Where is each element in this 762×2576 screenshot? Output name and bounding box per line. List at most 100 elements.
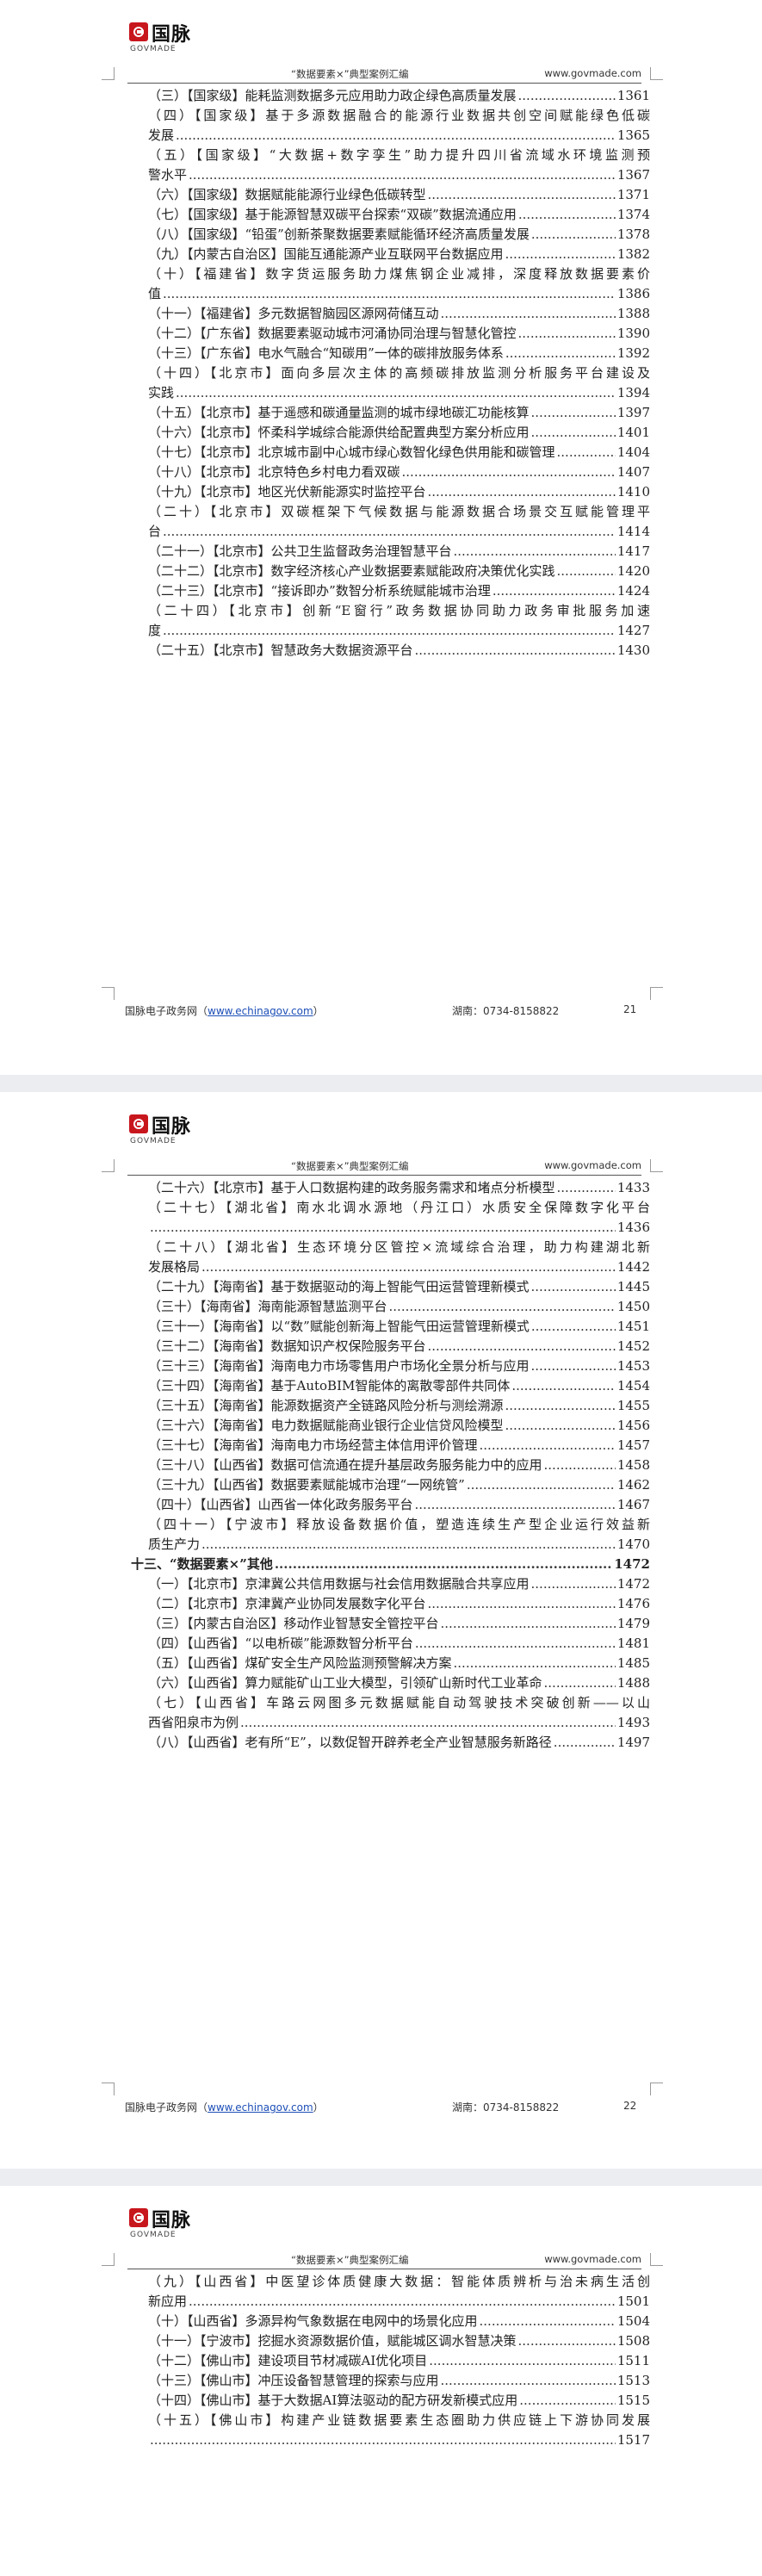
toc-entry[interactable]: （九）【山西省】中医望诊体质健康大数据：智能体质辨析与治未病生活创新应用 1501 xyxy=(138,2272,650,2312)
toc-entry[interactable]: （二十一）【北京市】公共卫生监督政务治理智慧平台 1417 xyxy=(138,542,650,562)
toc-entry[interactable]: （三）【国家级】能耗监测数据多元应用助力政企绿色高质量发展 1361 xyxy=(138,86,650,106)
toc-entry[interactable]: （六）【山西省】算力赋能矿山工业大模型，引领矿山新时代工业革命 1488 xyxy=(138,1673,650,1693)
toc-entry[interactable]: （二十四）【北京市】创新“E窗行”政务数据协同助力政务审批服务加速度 1427 xyxy=(138,601,650,641)
toc-entry[interactable]: （四十一）【宁波市】释放设备数据价值，塑造连续生产型企业运行效益新质生产力 147… xyxy=(138,1515,650,1555)
crop-mark xyxy=(650,1159,663,1172)
toc-leader-dots xyxy=(428,1594,616,1614)
toc-entry[interactable]: （二十三）【北京市】“接诉即办”数智分析系统赋能城市治理 1424 xyxy=(138,581,650,601)
crop-mark xyxy=(102,987,115,1000)
toc-leader-dots xyxy=(531,403,616,423)
toc-page-number: 1453 xyxy=(616,1358,650,1374)
toc-entry[interactable]: （十）【山西省】多源异构气象数据在电网中的场景化应用 1504 xyxy=(138,2312,650,2331)
toc-entry[interactable]: （二十二）【北京市】数字经济核心产业数据要素赋能政府决策优化实践 1420 xyxy=(138,562,650,581)
toc-entry[interactable]: （八）【山西省】老有所“E”，以数促智开辟养老全产业智慧服务新路径 1497 xyxy=(138,1733,650,1753)
toc-entry[interactable]: （三十六）【海南省】电力数据赋能商业银行企业信贷风险模型 1456 xyxy=(138,1416,650,1436)
toc-leader-dots xyxy=(531,225,616,245)
footer-link[interactable]: www.echinagov.com xyxy=(208,2101,313,2114)
toc-entry[interactable]: （八）【国家级】“铅蛋”创新茶聚数据要素赋能循环经济高质量发展 1378 xyxy=(138,225,650,245)
toc-entry[interactable]: （三十五）【海南省】能源数据资产全链路风险分析与测绘溯源 1455 xyxy=(138,1396,650,1416)
toc-entry[interactable]: （三十四）【海南省】基于AutoBIM智能体的离散零部件共同体 1454 xyxy=(138,1376,650,1396)
toc-entry-title: （十三）【佛山市】冲压设备智慧管理的探索与应用 xyxy=(148,2373,439,2388)
toc-page-number: 1407 xyxy=(616,464,650,480)
toc-entry-title-cont: 发展 xyxy=(148,127,175,143)
toc-entry-title: （十一）【宁波市】挖掘水资源数据价值，赋能城区调水智慧决策 xyxy=(148,2333,517,2349)
toc-page-number: 1445 xyxy=(616,1279,650,1294)
toc-entry[interactable]: （三十九）【山西省】数据要素赋能城市治理“一网统管” 1462 xyxy=(138,1475,650,1495)
toc-entry[interactable]: （十二）【广东省】数据要素驱动城市河涌协同治理与智慧化管控 1390 xyxy=(138,324,650,344)
toc-page-number: 1388 xyxy=(616,306,650,321)
toc-entry-title: （十五）【北京市】基于遥感和碳通量监测的城市绿地碳汇功能核算 xyxy=(148,405,530,420)
toc-entry[interactable]: （三十一）【海南省】以“数”赋能创新海上智能气田运营管理新模式 1451 xyxy=(138,1317,650,1337)
toc-entry[interactable]: （十一）【福建省】多元数据智脑园区源网荷储互动 1388 xyxy=(138,304,650,324)
toc-entry[interactable]: （二十八）【湖北省】生态环境分区管控×流域综合治理，助力构建湖北新发展格局 144… xyxy=(138,1238,650,1277)
toc-leader-dots xyxy=(201,1535,616,1555)
toc-section-heading[interactable]: 十三、“数据要素×”其他 1472 xyxy=(131,1555,650,1574)
toc-entry[interactable]: （十七）【北京市】北京城市副中心城市绿心数智化绿色供用能和碳管理 1404 xyxy=(138,443,650,462)
toc-entry[interactable]: （十二）【佛山市】建设项目节材减碳AI优化项目 1511 xyxy=(138,2351,650,2371)
toc-entry-title-cont: 值 xyxy=(148,286,162,301)
toc-page-number: 1442 xyxy=(616,1259,650,1275)
toc-entry[interactable]: （十）【福建省】数字货运服务助力煤焦钢企业减排，深度释放数据要素价值 1386 xyxy=(138,264,650,304)
toc-entry[interactable]: （三十二）【海南省】数据知识产权保险服务平台 1452 xyxy=(138,1337,650,1356)
crop-mark xyxy=(650,67,663,80)
toc-page-number: 1450 xyxy=(616,1299,650,1314)
toc-entry-title: （二十一）【北京市】公共卫生监督政务治理智慧平台 xyxy=(148,543,452,559)
toc-page-2: 国脉 GOVMADE “数据要素×”典型案例汇编 www.govmade.com… xyxy=(0,1092,762,2169)
toc-entry[interactable]: （二）【北京市】京津冀产业协同发展数字化平台 1476 xyxy=(138,1594,650,1614)
toc-page-3: 国脉 GOVMADE “数据要素×”典型案例汇编 www.govmade.com… xyxy=(0,2186,762,2576)
toc-entry-title: （三十）【海南省】海南能源智慧监测平台 xyxy=(148,1299,387,1314)
toc-entry[interactable]: （二十七）【湖北省】南水北调水源地（丹江口）水质安全保障数字化平台 1436 xyxy=(138,1198,650,1238)
toc-entry[interactable]: （二十五）【北京市】智慧政务大数据资源平台 1430 xyxy=(138,641,650,661)
toc-entry[interactable]: （二十）【北京市】双碳框架下气候数据与能源数据合场景交互赋能管理平台 1414 xyxy=(138,502,650,542)
toc-entry[interactable]: （九）【内蒙古自治区】国能互通能源产业互联网平台数据应用 1382 xyxy=(138,245,650,264)
footer-link[interactable]: www.echinagov.com xyxy=(208,1005,313,1017)
toc-entry[interactable]: （一）【北京市】京津冀公共信用数据与社会信用数据融合共享应用 1472 xyxy=(138,1574,650,1594)
toc-entry[interactable]: （五）【山西省】煤矿安全生产风险监测预警解决方案 1485 xyxy=(138,1654,650,1673)
header-divider xyxy=(127,1175,641,1176)
toc-page-number: 1470 xyxy=(616,1536,650,1552)
toc-page-number: 1458 xyxy=(616,1457,650,1473)
toc-entry[interactable]: （七）【国家级】基于能源智慧双碳平台探索“双碳”数据流通应用 1374 xyxy=(138,205,650,225)
toc-entry[interactable]: （四）【国家级】基于多源数据融合的能源行业数据共创空间赋能绿色低碳发展 1365 xyxy=(138,106,650,146)
toc-leader-dots xyxy=(531,1277,616,1297)
toc-entry[interactable]: （五）【国家级】“大数据+数字孪生”助力提升四川省流域水环境监测预警水平 1367 xyxy=(138,146,650,185)
toc-page-number: 1365 xyxy=(616,127,650,143)
toc-entry-title: （八）【国家级】“铅蛋”创新茶聚数据要素赋能循环经济高质量发展 xyxy=(148,227,530,242)
toc-entry[interactable]: （十五）【北京市】基于遥感和碳通量监测的城市绿地碳汇功能核算 1397 xyxy=(138,403,650,423)
toc-entry[interactable]: （二十九）【海南省】基于数据驱动的海上智能气田运营管理新模式 1445 xyxy=(138,1277,650,1297)
toc-page-number: 1513 xyxy=(616,2373,650,2388)
toc-leader-dots xyxy=(557,1178,616,1198)
toc-entry[interactable]: （四）【山西省】“以电析碳”能源数智分析平台 1481 xyxy=(138,1634,650,1654)
toc-entry[interactable]: （三）【内蒙古自治区】移动作业智慧安全管控平台 1479 xyxy=(138,1614,650,1634)
toc-entry[interactable]: （六）【国家级】数据赋能能源行业绿色低碳转型 1371 xyxy=(138,185,650,205)
toc-entry[interactable]: （七）【山西省】车路云网图多元数据赋能自动驾驶技术突破创新——以山 西省阳泉市为例… xyxy=(138,1693,650,1733)
toc-entry[interactable]: （三十七）【海南省】海南电力市场经营主体信用评价管理 1457 xyxy=(138,1436,650,1456)
toc-entry[interactable]: （十三）【广东省】电水气融合“知碳用”一体的碳排放服务体系 1392 xyxy=(138,344,650,363)
toc-entry[interactable]: （三十三）【海南省】海南电力市场零售用户市场化全景分析与应用 1453 xyxy=(138,1356,650,1376)
header-site: www.govmade.com xyxy=(544,1159,641,1171)
page-number: 21 xyxy=(623,1003,637,1015)
toc-entry[interactable]: （十四）【佛山市】基于大数据AI算法驱动的配方研发新模式应用 1515 xyxy=(138,2391,650,2411)
toc-entry-title: （二十）【北京市】双碳框架下气候数据与能源数据合场景交互赋能管理平 xyxy=(148,504,650,519)
toc-entry[interactable]: （三十）【海南省】海南能源智慧监测平台 1450 xyxy=(138,1297,650,1317)
toc-entry[interactable]: （十九）【北京市】地区光伏新能源实时监控平台 1410 xyxy=(138,482,650,502)
toc-entry[interactable]: （二十六）【北京市】基于人口数据构建的政务服务需求和堵点分析模型 1433 xyxy=(138,1178,650,1198)
toc-entry[interactable]: （四十）【山西省】山西省一体化政务服务平台 1467 xyxy=(138,1495,650,1515)
toc-page-number: 1497 xyxy=(616,1735,650,1750)
toc-entry-title: （十九）【北京市】地区光伏新能源实时监控平台 xyxy=(148,484,426,500)
toc-leader-dots xyxy=(518,324,616,344)
toc-leader-dots xyxy=(531,1574,616,1594)
toc-entry[interactable]: （十六）【北京市】怀柔科学城综合能源供给配置典型方案分析应用 1401 xyxy=(138,423,650,443)
footer-phone: 湖南：0734-8158822 xyxy=(452,1005,560,1017)
toc-entry[interactable]: （十五）【佛山市】构建产业链数据要素生态圈助力供应链上下游协同发展 1517 xyxy=(138,2411,650,2450)
toc-entry[interactable]: （三十八）【山西省】数据可信流通在提升基层政务服务能力中的应用 1458 xyxy=(138,1456,650,1475)
toc-leader-dots xyxy=(531,1356,616,1376)
toc-list: （三）【国家级】能耗监测数据多元应用助力政企绿色高质量发展 1361 （四）【国家级… xyxy=(138,86,650,661)
toc-entry-title: （三十一）【海南省】以“数”赋能创新海上智能气田运营管理新模式 xyxy=(148,1319,530,1334)
toc-entry[interactable]: （十八）【北京市】北京特色乡村电力看双碳 1407 xyxy=(138,462,650,482)
toc-leader-dots xyxy=(544,1673,616,1693)
toc-page-number: 1504 xyxy=(616,2313,650,2329)
toc-entry[interactable]: （十一）【宁波市】挖掘水资源数据价值，赋能城区调水智慧决策 1508 xyxy=(138,2331,650,2351)
toc-entry[interactable]: （十三）【佛山市】冲压设备智慧管理的探索与应用 1513 xyxy=(138,2371,650,2391)
toc-entry[interactable]: （十四）【北京市】面向多层次主体的高频碳排放监测分析服务平台建设及实践 1394 xyxy=(138,363,650,403)
